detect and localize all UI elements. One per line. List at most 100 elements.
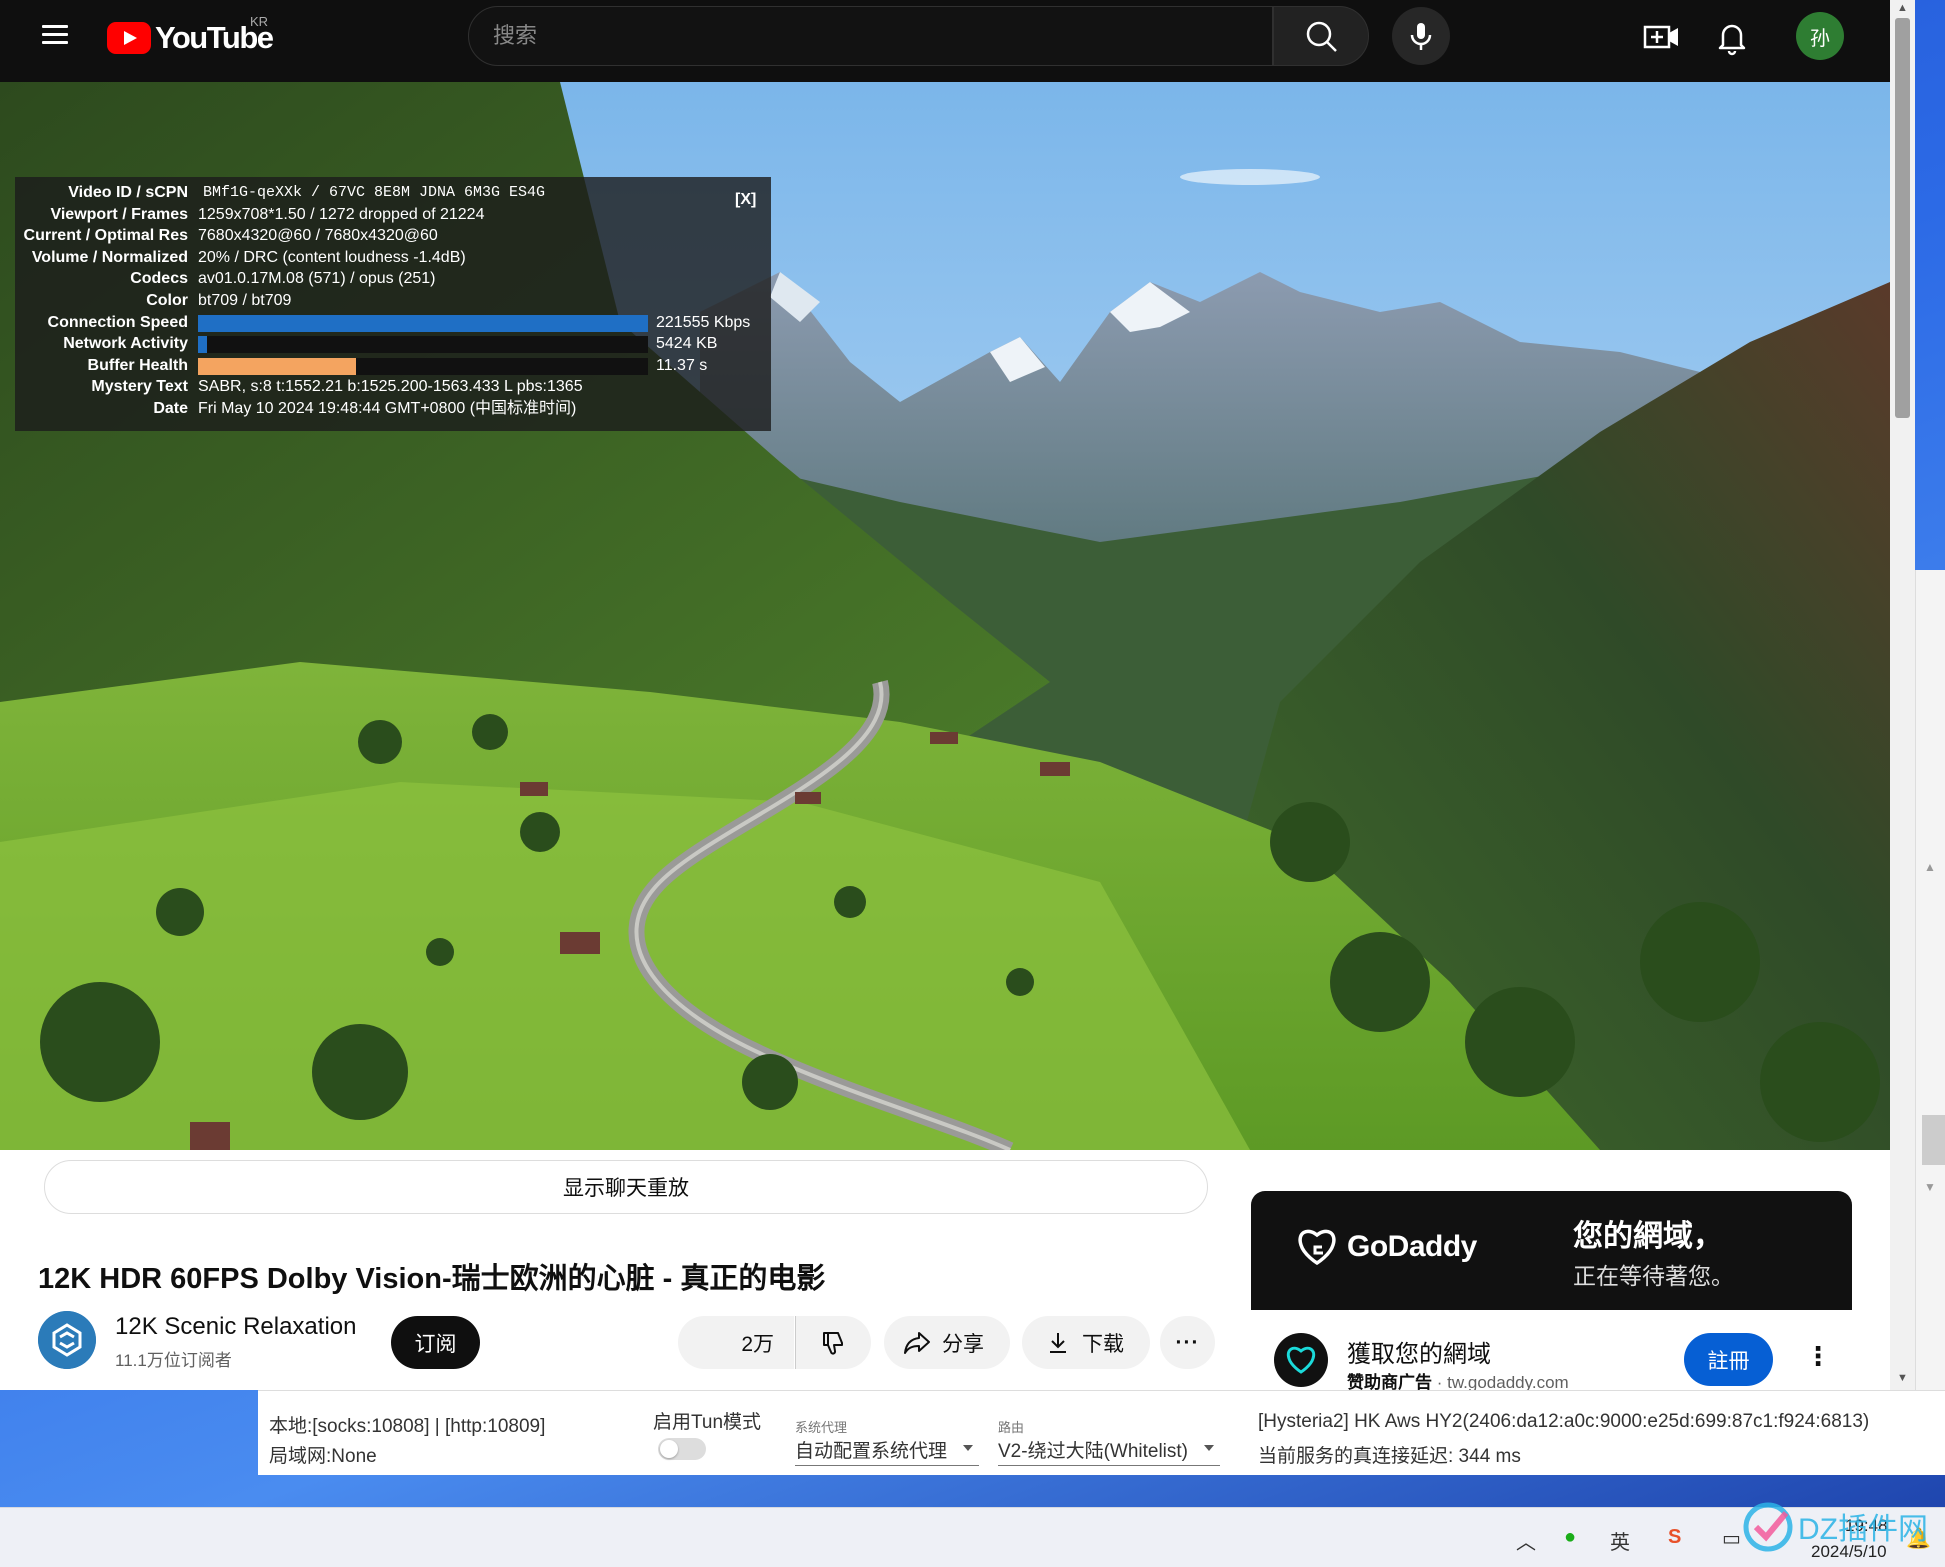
stats-key: Video ID / sCPN bbox=[68, 184, 188, 201]
stats-key: Current / Optimal Res bbox=[23, 227, 188, 245]
stats-row: Video ID / sCPN BMf1G-qeXXk / 67VC 8E8M … bbox=[15, 182, 771, 204]
ad-headline-line2: 正在等待著您。 bbox=[1573, 1263, 1734, 1289]
voice-search-button[interactable] bbox=[1392, 7, 1450, 65]
youtube-logo[interactable]: YouTube KR bbox=[107, 14, 274, 58]
channel-name[interactable]: 12K Scenic Relaxation bbox=[115, 1313, 356, 1341]
scrollbar-thumb[interactable] bbox=[1922, 1115, 1945, 1165]
ad-register-button[interactable]: 註冊 bbox=[1684, 1333, 1773, 1386]
stats-value: SABR, s:8 t:1552.21 b:1525.200-1563.433 … bbox=[198, 378, 583, 396]
stats-row: Volume / Normalized 20% / DRC (content l… bbox=[15, 247, 771, 269]
youtube-masthead: YouTube KR 搜索 孙 bbox=[0, 0, 1890, 82]
stats-close-button[interactable]: [X] bbox=[735, 189, 756, 211]
dislike-button[interactable] bbox=[795, 1316, 871, 1369]
subscriber-count: 11.1万位订阅者 bbox=[115, 1351, 232, 1370]
ad-more-options-icon[interactable]: ⋮ bbox=[1805, 1341, 1831, 1372]
stats-bar-row: Network Activity 5424 KB bbox=[15, 333, 771, 355]
search-button[interactable] bbox=[1273, 6, 1369, 66]
channel-logo-icon bbox=[38, 1311, 96, 1369]
ad-separator: · bbox=[1432, 1373, 1448, 1390]
network-activity-fill bbox=[198, 336, 207, 354]
sogou-ime-icon[interactable]: S bbox=[1668, 1526, 1681, 1549]
stats-row: Codecs av01.0.17M.08 (571) / opus (251) bbox=[15, 268, 771, 290]
ad-domain: tw.godaddy.com bbox=[1447, 1373, 1569, 1390]
stats-value: 5424 KB bbox=[656, 335, 718, 353]
stats-value: av01.0.17M.08 (571) / opus (251) bbox=[198, 270, 436, 288]
like-button[interactable]: 2万 bbox=[678, 1316, 794, 1369]
page-scrollbar[interactable]: ▲ ▼ bbox=[1890, 0, 1915, 1390]
stats-row: Current / Optimal Res 7680x4320@60 / 768… bbox=[15, 225, 771, 247]
stats-value: bt709 / bt709 bbox=[198, 291, 292, 309]
share-arrow-icon bbox=[904, 1331, 930, 1354]
thumbs-down-icon bbox=[822, 1331, 843, 1354]
search-input[interactable] bbox=[469, 7, 1272, 65]
stats-key: Network Activity bbox=[63, 335, 188, 353]
background-window-edge: ▲ ▼ bbox=[1915, 570, 1945, 1390]
country-code: KR bbox=[250, 14, 269, 29]
wechat-tray-icon[interactable]: ● bbox=[1564, 1526, 1576, 1549]
connection-speed-fill bbox=[198, 314, 648, 332]
ad-banner[interactable]: GoDaddy 您的網域， 正在等待著您。 bbox=[1251, 1191, 1852, 1310]
godaddy-logo-icon bbox=[1298, 1229, 1336, 1266]
download-label: 下载 bbox=[1082, 1332, 1124, 1356]
stats-value: 11.37 s bbox=[656, 356, 708, 374]
notifications-button[interactable] bbox=[1710, 15, 1754, 59]
system-proxy-value: 自动配置系统代理 bbox=[795, 1441, 948, 1462]
network-activity-bar bbox=[198, 336, 648, 354]
search-box bbox=[468, 6, 1273, 66]
search-icon bbox=[1306, 21, 1337, 52]
stats-value: 1259x708*1.50 / 1272 dropped of 21224 bbox=[198, 205, 485, 223]
stats-bar-row: Connection Speed 221555 Kbps bbox=[15, 312, 771, 334]
chevron-down-icon bbox=[963, 1445, 974, 1451]
more-actions-button[interactable]: ··· bbox=[1160, 1316, 1215, 1369]
video-player[interactable]: [X] Video ID / sCPN BMf1G-qeXXk / 67VC 8… bbox=[0, 82, 1890, 1150]
stats-row: Date Fri May 10 2024 19:48:44 GMT+0800 (… bbox=[15, 398, 771, 420]
user-avatar[interactable]: 孙 bbox=[1796, 12, 1844, 60]
create-video-button[interactable] bbox=[1640, 15, 1684, 59]
scroll-up-arrow-icon[interactable]: ▲ bbox=[1897, 2, 1908, 14]
ad-sponsor-line: 赞助商广告 · tw.godaddy.com bbox=[1347, 1368, 1569, 1390]
scroll-down-arrow-icon[interactable]: ▼ bbox=[1924, 1180, 1936, 1194]
youtube-play-icon bbox=[107, 22, 151, 54]
routing-select[interactable]: V2-绕过大陆(Whitelist) bbox=[998, 1436, 1221, 1466]
download-button[interactable]: 下载 bbox=[1022, 1316, 1150, 1369]
ad-headline-line1: 您的網域， bbox=[1573, 1220, 1723, 1253]
connection-speed-bar bbox=[198, 314, 648, 332]
subscribe-button[interactable]: 订阅 bbox=[391, 1316, 480, 1369]
buffer-health-bar bbox=[198, 358, 648, 376]
stats-value: 221555 Kbps bbox=[656, 313, 751, 331]
microphone-icon bbox=[1410, 23, 1432, 50]
share-button[interactable]: 分享 bbox=[884, 1316, 1010, 1369]
scroll-down-arrow-icon[interactable]: ▼ bbox=[1897, 1372, 1908, 1384]
scrollbar-thumb[interactable] bbox=[1895, 18, 1910, 418]
stats-value: Fri May 10 2024 19:48:44 GMT+0800 (中国标准时… bbox=[198, 399, 577, 417]
stats-key: Connection Speed bbox=[47, 313, 188, 331]
stats-key: Volume / Normalized bbox=[31, 248, 188, 266]
windows-taskbar: ︿ ● 英 S ▭ 19:48 2024/5/10 🔔 bbox=[0, 1507, 1945, 1567]
sponsored-ad-card[interactable]: GoDaddy 您的網域， 正在等待著您。 獲取您的網域 赞助商广告 · tw.… bbox=[1251, 1191, 1852, 1390]
routing-caption: 路由 bbox=[998, 1420, 1025, 1435]
tun-mode-toggle[interactable] bbox=[658, 1438, 706, 1460]
proxy-client-statusbar: 本地:[socks:10808] | [http:10809] 局域网:None… bbox=[258, 1390, 1945, 1475]
stats-key: Mystery Text bbox=[91, 378, 188, 396]
like-count: 2万 bbox=[741, 1332, 774, 1356]
buffer-health-fill bbox=[198, 358, 356, 376]
share-label: 分享 bbox=[942, 1332, 984, 1356]
system-proxy-caption: 系统代理 bbox=[795, 1420, 848, 1435]
stats-value: 7680x4320@60 / 7680x4320@60 bbox=[198, 227, 438, 245]
stats-key: Color bbox=[146, 291, 188, 309]
active-server: [Hysteria2] HK Aws HY2(2406:da12:a0c:900… bbox=[1258, 1411, 1870, 1432]
stats-key: Buffer Health bbox=[87, 356, 188, 374]
channel-avatar[interactable] bbox=[38, 1311, 96, 1369]
show-hidden-icons-chevron-icon[interactable]: ︿ bbox=[1516, 1526, 1536, 1555]
stats-value: 20% / DRC (content loudness -1.4dB) bbox=[198, 248, 466, 266]
system-proxy-select[interactable]: 自动配置系统代理 bbox=[795, 1436, 980, 1466]
lan-status: 局域网:None bbox=[269, 1446, 377, 1467]
hamburger-menu-icon[interactable] bbox=[38, 20, 72, 54]
routing-value: V2-绕过大陆(Whitelist) bbox=[998, 1441, 1189, 1462]
stats-row: Mystery Text SABR, s:8 t:1552.21 b:1525.… bbox=[15, 376, 771, 398]
network-icon[interactable]: ▭ bbox=[1722, 1526, 1741, 1551]
ime-language-indicator[interactable]: 英 bbox=[1610, 1526, 1630, 1555]
show-chat-replay-button[interactable]: 显示聊天重放 bbox=[44, 1160, 1208, 1214]
stats-row: Viewport / Frames 1259x708*1.50 / 1272 d… bbox=[15, 204, 771, 226]
scroll-up-arrow-icon[interactable]: ▲ bbox=[1924, 860, 1936, 874]
